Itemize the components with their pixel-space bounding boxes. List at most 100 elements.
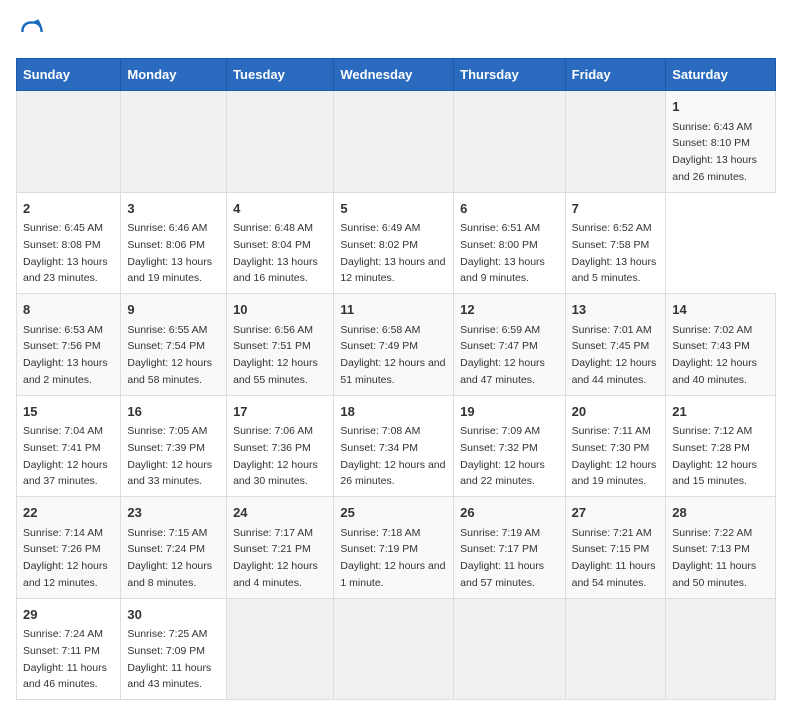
sunset-text: Sunset: 7:17 PM [460,543,538,555]
calendar-week-row: 2 Sunrise: 6:45 AM Sunset: 8:08 PM Dayli… [17,192,776,294]
calendar-cell: 5 Sunrise: 6:49 AM Sunset: 8:02 PM Dayli… [334,192,454,294]
sunrise-text: Sunrise: 6:49 AM [340,222,420,234]
day-number: 30 [127,605,220,625]
sunrise-text: Sunrise: 7:02 AM [672,324,752,336]
calendar-week-row: 15 Sunrise: 7:04 AM Sunset: 7:41 PM Dayl… [17,395,776,497]
sunset-text: Sunset: 7:28 PM [672,442,750,454]
sunset-text: Sunset: 7:47 PM [460,340,538,352]
sunrise-text: Sunrise: 6:58 AM [340,324,420,336]
daylight-text: Daylight: 12 hours and 12 minutes. [23,560,108,589]
calendar-cell: 22 Sunrise: 7:14 AM Sunset: 7:26 PM Dayl… [17,497,121,599]
day-number: 13 [572,300,660,320]
calendar-header-row: SundayMondayTuesdayWednesdayThursdayFrid… [17,59,776,91]
calendar-week-row: 29 Sunrise: 7:24 AM Sunset: 7:11 PM Dayl… [17,598,776,700]
sunset-text: Sunset: 7:45 PM [572,340,650,352]
daylight-text: Daylight: 12 hours and 47 minutes. [460,357,545,386]
sunrise-text: Sunrise: 7:12 AM [672,425,752,437]
daylight-text: Daylight: 12 hours and 55 minutes. [233,357,318,386]
day-number: 21 [672,402,769,422]
daylight-text: Daylight: 12 hours and 51 minutes. [340,357,445,386]
sunset-text: Sunset: 8:06 PM [127,239,205,251]
daylight-text: Daylight: 12 hours and 40 minutes. [672,357,757,386]
header-day-sunday: Sunday [17,59,121,91]
calendar-cell: 11 Sunrise: 6:58 AM Sunset: 7:49 PM Dayl… [334,294,454,396]
daylight-text: Daylight: 11 hours and 54 minutes. [572,560,656,589]
calendar-cell [666,598,776,700]
header [16,16,776,48]
header-day-saturday: Saturday [666,59,776,91]
calendar-cell: 21 Sunrise: 7:12 AM Sunset: 7:28 PM Dayl… [666,395,776,497]
day-number: 4 [233,199,327,219]
day-number: 2 [23,199,114,219]
day-number: 25 [340,503,447,523]
day-number: 29 [23,605,114,625]
calendar-cell: 17 Sunrise: 7:06 AM Sunset: 7:36 PM Dayl… [227,395,334,497]
sunset-text: Sunset: 7:30 PM [572,442,650,454]
sunrise-text: Sunrise: 7:19 AM [460,527,540,539]
sunset-text: Sunset: 7:19 PM [340,543,418,555]
sunrise-text: Sunrise: 7:05 AM [127,425,207,437]
sunrise-text: Sunrise: 6:48 AM [233,222,313,234]
calendar-cell [454,91,565,193]
sunset-text: Sunset: 7:43 PM [672,340,750,352]
sunrise-text: Sunrise: 7:25 AM [127,628,207,640]
sunset-text: Sunset: 7:21 PM [233,543,311,555]
day-number: 23 [127,503,220,523]
daylight-text: Daylight: 11 hours and 57 minutes. [460,560,544,589]
header-day-wednesday: Wednesday [334,59,454,91]
header-day-friday: Friday [565,59,666,91]
day-number: 11 [340,300,447,320]
sunset-text: Sunset: 7:32 PM [460,442,538,454]
daylight-text: Daylight: 12 hours and 1 minute. [340,560,445,589]
daylight-text: Daylight: 13 hours and 9 minutes. [460,256,545,285]
logo [16,16,52,48]
calendar-cell: 2 Sunrise: 6:45 AM Sunset: 8:08 PM Dayli… [17,192,121,294]
sunrise-text: Sunrise: 6:51 AM [460,222,540,234]
calendar-cell [227,598,334,700]
daylight-text: Daylight: 13 hours and 16 minutes. [233,256,318,285]
sunrise-text: Sunrise: 6:55 AM [127,324,207,336]
calendar-cell: 7 Sunrise: 6:52 AM Sunset: 7:58 PM Dayli… [565,192,666,294]
day-number: 15 [23,402,114,422]
day-number: 18 [340,402,447,422]
day-number: 7 [572,199,660,219]
day-number: 24 [233,503,327,523]
sunrise-text: Sunrise: 7:17 AM [233,527,313,539]
sunset-text: Sunset: 7:49 PM [340,340,418,352]
sunrise-text: Sunrise: 7:11 AM [572,425,651,437]
calendar-cell: 13 Sunrise: 7:01 AM Sunset: 7:45 PM Dayl… [565,294,666,396]
sunrise-text: Sunrise: 6:45 AM [23,222,103,234]
day-number: 14 [672,300,769,320]
daylight-text: Daylight: 12 hours and 58 minutes. [127,357,212,386]
daylight-text: Daylight: 12 hours and 22 minutes. [460,459,545,488]
daylight-text: Daylight: 12 hours and 19 minutes. [572,459,657,488]
calendar-cell: 4 Sunrise: 6:48 AM Sunset: 8:04 PM Dayli… [227,192,334,294]
calendar-table: SundayMondayTuesdayWednesdayThursdayFrid… [16,58,776,700]
sunrise-text: Sunrise: 6:53 AM [23,324,103,336]
calendar-cell: 15 Sunrise: 7:04 AM Sunset: 7:41 PM Dayl… [17,395,121,497]
day-number: 27 [572,503,660,523]
day-number: 1 [672,97,769,117]
calendar-cell: 18 Sunrise: 7:08 AM Sunset: 7:34 PM Dayl… [334,395,454,497]
calendar-cell: 9 Sunrise: 6:55 AM Sunset: 7:54 PM Dayli… [121,294,227,396]
calendar-cell: 3 Sunrise: 6:46 AM Sunset: 8:06 PM Dayli… [121,192,227,294]
daylight-text: Daylight: 13 hours and 23 minutes. [23,256,108,285]
day-number: 16 [127,402,220,422]
daylight-text: Daylight: 12 hours and 4 minutes. [233,560,318,589]
calendar-cell: 30 Sunrise: 7:25 AM Sunset: 7:09 PM Dayl… [121,598,227,700]
sunset-text: Sunset: 7:13 PM [672,543,750,555]
sunset-text: Sunset: 7:41 PM [23,442,101,454]
daylight-text: Daylight: 13 hours and 19 minutes. [127,256,212,285]
sunset-text: Sunset: 7:09 PM [127,645,205,657]
calendar-cell [334,598,454,700]
day-number: 9 [127,300,220,320]
daylight-text: Daylight: 12 hours and 37 minutes. [23,459,108,488]
daylight-text: Daylight: 11 hours and 46 minutes. [23,662,107,691]
sunrise-text: Sunrise: 7:14 AM [23,527,103,539]
sunrise-text: Sunrise: 7:09 AM [460,425,540,437]
calendar-cell: 14 Sunrise: 7:02 AM Sunset: 7:43 PM Dayl… [666,294,776,396]
sunset-text: Sunset: 7:51 PM [233,340,311,352]
sunset-text: Sunset: 8:08 PM [23,239,101,251]
day-number: 17 [233,402,327,422]
sunrise-text: Sunrise: 7:06 AM [233,425,313,437]
